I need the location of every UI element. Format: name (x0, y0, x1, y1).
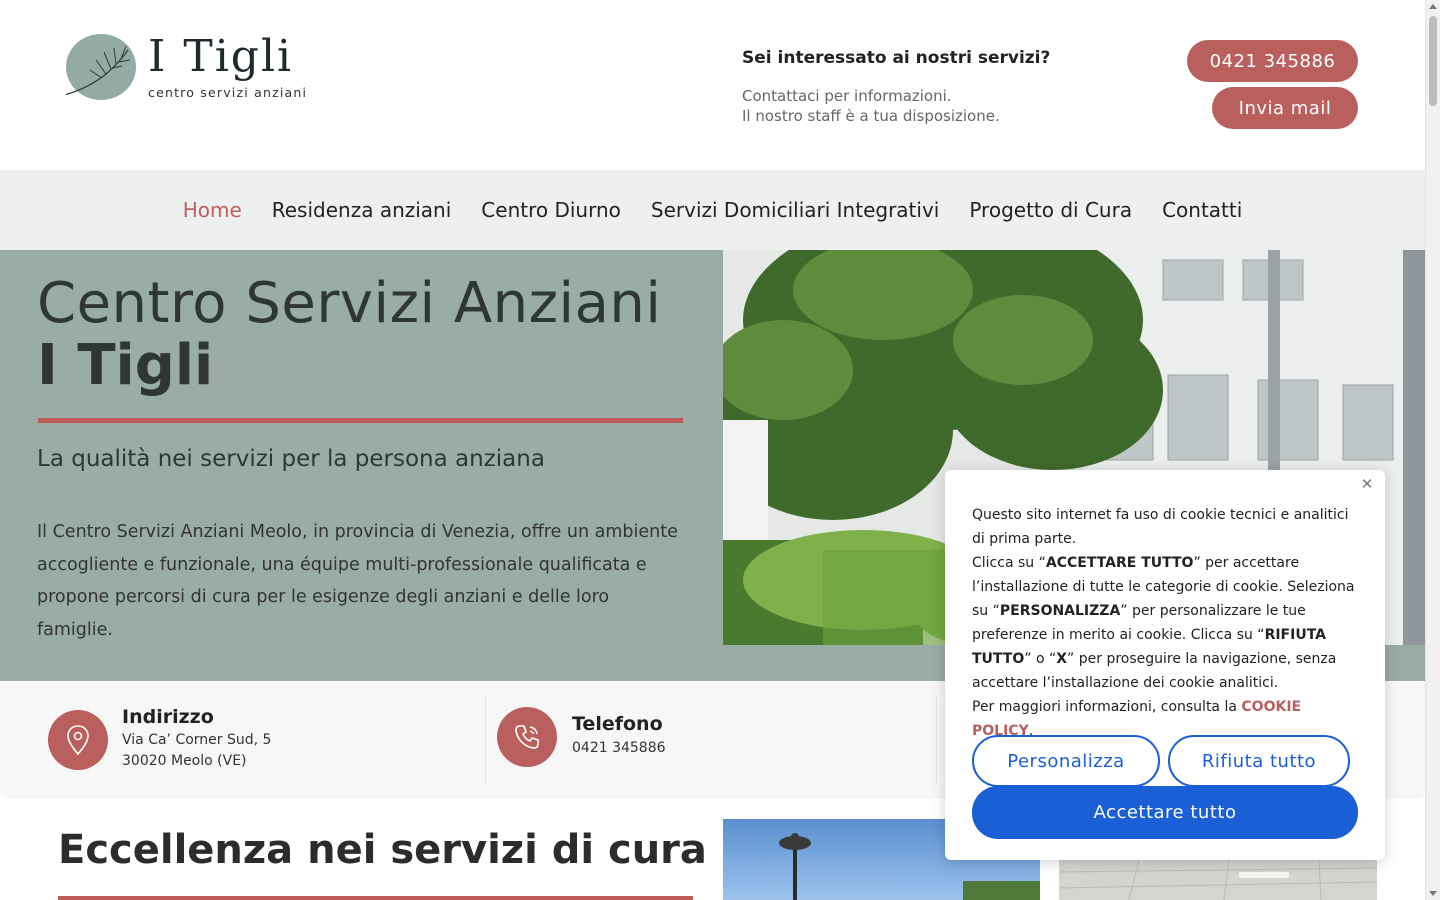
cookie-banner: ✕ Questo sito internet fa uso di cookie … (945, 470, 1385, 860)
hero-divider (38, 418, 683, 423)
page: I Tigli centro servizi anziani Sei inter… (0, 0, 1425, 900)
hero-description: Il Centro Servizi Anziani Meolo, in prov… (37, 522, 678, 640)
site-logo[interactable]: I Tigli centro servizi anziani (60, 32, 320, 104)
site-header: I Tigli centro servizi anziani Sei inter… (0, 0, 1425, 170)
address-title: Indirizzo (122, 706, 214, 728)
page-scrollbar[interactable] (1425, 0, 1440, 900)
phone-title: Telefono (572, 713, 663, 735)
contact-text: Contattaci per informazioni. Il nostro s… (742, 86, 1050, 126)
contact-line: Il nostro staff è a tua disposizione. (742, 107, 1000, 125)
location-pin-icon (48, 710, 108, 770)
hero-title: Centro Servizi Anziani (37, 271, 662, 336)
logo-subtitle: centro servizi anziani (148, 85, 308, 100)
cookie-text-fragment: Per maggiori informazioni, consulta la (972, 699, 1242, 715)
logo-title: I Tigli (148, 31, 294, 82)
main-nav: Home Residenza anziani Centro Diurno Ser… (0, 170, 1425, 250)
reject-all-button[interactable]: Rifiuta tutto (1168, 735, 1350, 787)
phone-number[interactable]: 0421 345886 (572, 740, 666, 756)
section-divider (58, 896, 693, 900)
cookie-paragraph: Clicca su “ACCETTARE TUTTO” per accettar… (972, 551, 1358, 695)
mail-button[interactable]: Invia mail (1212, 87, 1358, 129)
hero-title-bold: I Tigli (37, 333, 214, 398)
customize-button[interactable]: Personalizza (972, 735, 1160, 787)
cookie-text: Questo sito internet fa uso di cookie te… (972, 503, 1358, 743)
nav-item-servizi-domiciliari[interactable]: Servizi Domiciliari Integrativi (651, 198, 939, 222)
logo-leaf-icon (66, 34, 136, 100)
address-info: Indirizzo Via Ca’ Corner Sud, 5 30020 Me… (0, 681, 485, 799)
contact-question: Sei interessato ai nostri servizi? (742, 48, 1051, 68)
cookie-text-fragment: ” o “ (1024, 651, 1057, 667)
nav-item-contatti[interactable]: Contatti (1162, 198, 1242, 222)
section-title: Eccellenza nei servizi di cura (58, 827, 707, 873)
close-icon[interactable]: ✕ (1359, 475, 1375, 493)
scroll-down-icon[interactable] (1429, 891, 1437, 896)
hero-subtitle: La qualità nei servizi per la persona an… (37, 446, 545, 472)
cookie-text-bold: PERSONALIZZA (999, 603, 1121, 619)
scrollbar-thumb[interactable] (1429, 16, 1437, 106)
info-divider (936, 697, 937, 783)
cookie-text-bold: ACCETTARE TUTTO (1045, 555, 1194, 571)
nav-item-residenza-anziani[interactable]: Residenza anziani (272, 198, 452, 222)
interior-photo (1059, 860, 1377, 900)
phone-info: Telefono 0421 345886 (486, 681, 936, 799)
cookie-text-bold: X (1056, 651, 1068, 667)
cookie-text-fragment: Clicca su “ (972, 555, 1046, 571)
address-line: Via Ca’ Corner Sud, 5 (122, 732, 272, 748)
nav-item-home[interactable]: Home (183, 198, 242, 222)
cookie-paragraph: Questo sito internet fa uso di cookie te… (972, 507, 1349, 547)
contact-line: Contattaci per informazioni. (742, 87, 952, 105)
address-line: 30020 Meolo (VE) (122, 753, 247, 769)
phone-button[interactable]: 0421 345886 (1187, 40, 1358, 82)
phone-icon (497, 707, 557, 767)
scroll-up-icon[interactable] (1429, 4, 1437, 9)
nav-item-centro-diurno[interactable]: Centro Diurno (481, 198, 621, 222)
accept-all-button[interactable]: Accettare tutto (972, 786, 1358, 839)
nav-item-progetto-di-cura[interactable]: Progetto di Cura (969, 198, 1132, 222)
contact-block: Sei interessato ai nostri servizi? Conta… (742, 48, 1050, 126)
